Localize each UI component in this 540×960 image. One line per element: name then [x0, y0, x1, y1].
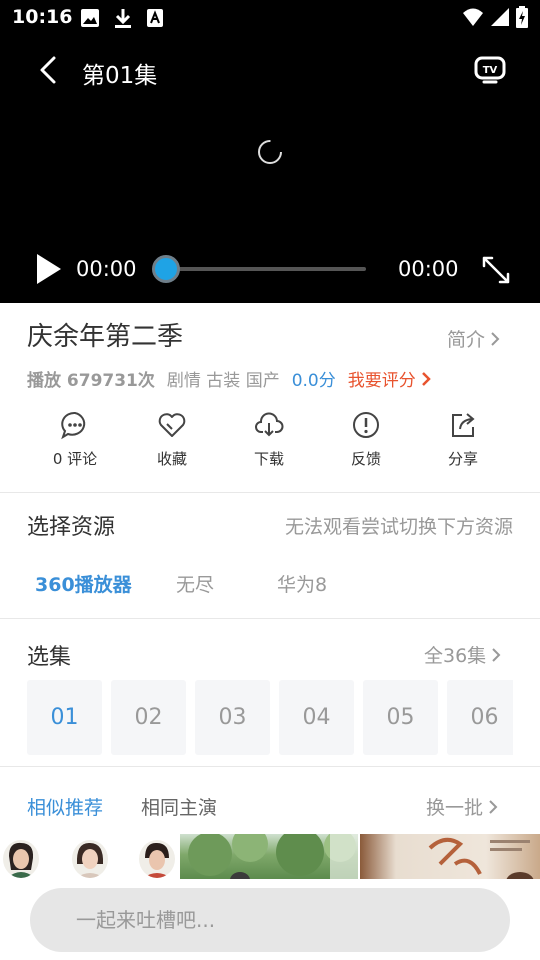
- play-count: 播放 679731次: [27, 371, 155, 391]
- loading-spinner-icon: [256, 138, 284, 166]
- rate-button[interactable]: 我要评分: [348, 366, 432, 391]
- intro-label: 简介: [447, 329, 486, 351]
- feedback-button[interactable]: 反馈: [326, 410, 406, 469]
- cast-tv-button[interactable]: TV: [472, 52, 508, 88]
- status-bar: 10:16: [0, 0, 540, 36]
- source-section-title: 选择资源: [27, 515, 116, 540]
- chevron-right-icon: [491, 331, 500, 346]
- recommend-poster[interactable]: [360, 834, 540, 880]
- download-icon: [114, 8, 132, 32]
- heart-icon: [158, 413, 186, 437]
- comment-input[interactable]: [30, 888, 510, 952]
- refresh-button[interactable]: 换一批: [426, 793, 499, 820]
- genre-tags: 剧情 古装 国产: [166, 371, 280, 391]
- back-arrow-icon: [40, 56, 56, 84]
- video-player[interactable]: 10:16 第01集 TV 00:00 00:00: [0, 0, 540, 303]
- divider: [0, 492, 540, 493]
- duration-time: 00:00: [398, 257, 459, 281]
- download-button[interactable]: 下载: [229, 410, 309, 469]
- signal-icon: [490, 7, 510, 31]
- wifi-icon: [462, 7, 484, 31]
- download-label: 下载: [253, 450, 284, 468]
- divider: [0, 618, 540, 619]
- comment-button[interactable]: 0 评论: [35, 410, 115, 469]
- all-episodes-button[interactable]: 全36集: [424, 641, 502, 668]
- recommend-poster[interactable]: [180, 834, 358, 880]
- intro-button[interactable]: 简介: [447, 325, 501, 352]
- action-bar: 0 评论 收藏 下载 反馈 分享: [0, 410, 540, 476]
- source-tab-360[interactable]: 360播放器: [35, 570, 132, 597]
- score-value: 0.0分: [291, 371, 336, 391]
- fullscreen-button[interactable]: [480, 254, 512, 286]
- favorite-label: 收藏: [156, 450, 187, 468]
- feedback-label: 反馈: [350, 450, 381, 468]
- cloud-download-icon: [255, 412, 284, 437]
- cast-avatar[interactable]: [3, 840, 39, 878]
- a-icon: [146, 8, 164, 32]
- image-icon: [80, 8, 100, 32]
- cast-avatar[interactable]: [139, 840, 175, 878]
- comment-icon: [61, 411, 86, 440]
- share-icon: [452, 413, 475, 437]
- chevron-right-icon: [489, 799, 498, 814]
- chevron-right-icon: [492, 647, 501, 662]
- svg-text:TV: TV: [483, 65, 498, 76]
- comment-bar: [0, 879, 540, 960]
- back-button[interactable]: [30, 52, 66, 88]
- episode-list: 01 02 03 04 05 06: [27, 680, 513, 756]
- episode-item[interactable]: 04: [279, 680, 354, 755]
- all-episodes-label: 全36集: [424, 645, 487, 667]
- current-time: 00:00: [76, 257, 137, 281]
- episode-item[interactable]: 05: [363, 680, 438, 755]
- favorite-button[interactable]: 收藏: [132, 410, 212, 469]
- play-button[interactable]: [34, 252, 64, 286]
- episode-item[interactable]: 06: [447, 680, 513, 755]
- feedback-icon: [353, 412, 379, 438]
- tab-similar[interactable]: 相似推荐: [27, 793, 103, 820]
- source-hint: 无法观看尝试切换下方资源: [284, 516, 513, 538]
- battery-icon: [516, 6, 528, 32]
- source-tab-huawei8[interactable]: 华为8: [277, 570, 327, 597]
- share-button[interactable]: 分享: [423, 410, 503, 469]
- chevron-right-icon: [421, 371, 431, 386]
- meta-row: 播放 679731次 剧情 古装 国产 0.0分 我要评分: [27, 366, 432, 391]
- refresh-label: 换一批: [426, 797, 484, 819]
- fullscreen-icon: [482, 256, 510, 284]
- rate-label: 我要评分: [347, 371, 416, 391]
- episode-section-title: 选集: [27, 645, 72, 670]
- episode-item[interactable]: 02: [111, 680, 186, 755]
- recommend-strip: [0, 834, 540, 880]
- comment-label: 0 评论: [52, 450, 98, 468]
- progress-track[interactable]: [166, 267, 366, 271]
- cast-avatar[interactable]: [72, 840, 108, 878]
- episode-item[interactable]: 03: [195, 680, 270, 755]
- episode-title: 第01集: [82, 63, 158, 89]
- status-time: 10:16: [12, 6, 73, 28]
- show-title: 庆余年第二季: [27, 322, 184, 352]
- share-label: 分享: [447, 450, 478, 468]
- tab-same-cast[interactable]: 相同主演: [141, 793, 217, 820]
- tv-icon: TV: [474, 56, 506, 84]
- episode-item[interactable]: 01: [27, 680, 102, 755]
- divider: [0, 766, 540, 767]
- play-icon: [37, 254, 61, 284]
- progress-knob[interactable]: [152, 255, 180, 283]
- source-tab-wujin[interactable]: 无尽: [176, 570, 214, 597]
